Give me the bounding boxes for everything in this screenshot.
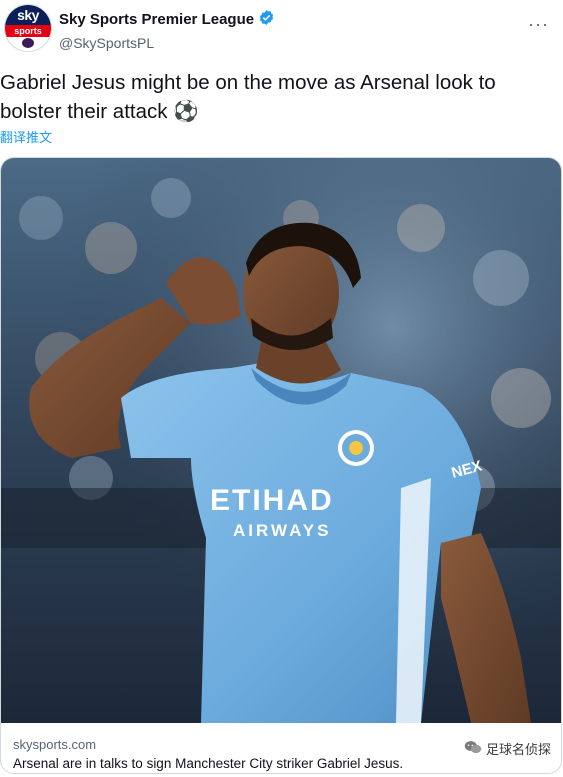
more-options-icon[interactable]: ··· <box>528 14 549 35</box>
display-name-text: Sky Sports Premier League <box>59 11 255 28</box>
avatar-sky-text: sky <box>5 5 51 25</box>
tweet-text: Gabriel Jesus might be on the move as Ar… <box>0 71 496 123</box>
translate-tweet-link[interactable]: 翻译推文 <box>0 127 52 146</box>
wechat-icon <box>464 740 482 758</box>
card-footer: skysports.com Arsenal are in talks to si… <box>1 723 561 773</box>
shirt-sponsor-bottom: AIRWAYS <box>233 521 331 540</box>
display-name[interactable]: Sky Sports Premier League <box>59 9 275 30</box>
tweet-header: sky sports Sky Sports Premier League @Sk… <box>0 0 563 60</box>
avatar[interactable]: sky sports <box>4 4 52 52</box>
watermark: 足球名侦探 <box>464 739 551 758</box>
account-names: Sky Sports Premier League @SkySportsPL <box>59 9 275 51</box>
premier-league-icon <box>22 38 34 48</box>
card-domain: skysports.com <box>13 737 97 752</box>
shirt-sponsor-top: ETIHAD <box>210 484 334 517</box>
account-handle[interactable]: @SkySportsPL <box>59 35 275 51</box>
card-description: Arsenal are in talks to sign Manchester … <box>13 756 404 771</box>
avatar-sports-text: sports <box>5 25 51 37</box>
verified-badge-icon <box>258 9 275 30</box>
watermark-text: 足球名侦探 <box>485 742 551 757</box>
link-card[interactable]: ETIHAD AIRWAYS NEX skysports.com Arsenal… <box>0 157 562 774</box>
player-photo: ETIHAD AIRWAYS NEX <box>1 158 561 723</box>
